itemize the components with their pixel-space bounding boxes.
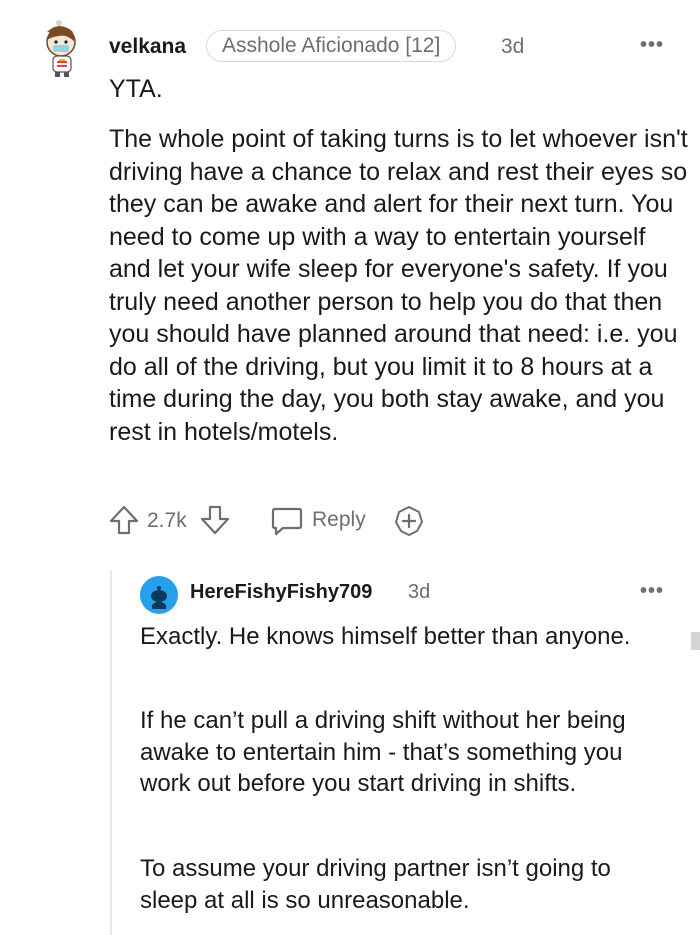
- user-flair-badge: Asshole Aficionado [12]: [206, 30, 457, 62]
- snoo-avatar-icon: [46, 20, 76, 77]
- more-options-button[interactable]: •••: [640, 35, 664, 55]
- comment-paragraph: YTA.: [109, 75, 163, 103]
- upvote-button[interactable]: [108, 504, 140, 536]
- upvote-icon: [109, 505, 139, 535]
- comment-author[interactable]: velkana: [109, 35, 186, 59]
- comment-paragraph: The whole point of taking turns is to le…: [109, 125, 688, 446]
- reply-age: 3d: [408, 581, 431, 603]
- reply-paragraph: If he can’t pull a driving shift without…: [140, 707, 626, 797]
- give-award-button[interactable]: [393, 505, 425, 537]
- reply-button[interactable]: Reply: [270, 505, 378, 537]
- downvote-button[interactable]: [199, 504, 231, 536]
- user-avatar[interactable]: [37, 18, 87, 78]
- reply-more-options-button[interactable]: •••: [640, 581, 664, 601]
- thread-line[interactable]: [110, 570, 112, 935]
- reply-paragraph: To assume your driving partner isn’t goi…: [140, 855, 611, 914]
- default-snoo-avatar-icon: [140, 576, 178, 614]
- reply-paragraph: Exactly. He knows himself better than an…: [140, 623, 631, 650]
- reply-avatar[interactable]: [140, 576, 178, 614]
- reply-bubble-icon: [271, 507, 303, 536]
- comment-age: 3d: [501, 35, 525, 58]
- award-icon: [395, 506, 423, 536]
- downvote-icon: [200, 505, 230, 535]
- reply-author[interactable]: HereFishyFishy709: [190, 581, 372, 604]
- scrollbar-thumb[interactable]: [691, 632, 700, 650]
- vote-score: 2.7k: [147, 509, 187, 532]
- reply-label: Reply: [312, 508, 366, 531]
